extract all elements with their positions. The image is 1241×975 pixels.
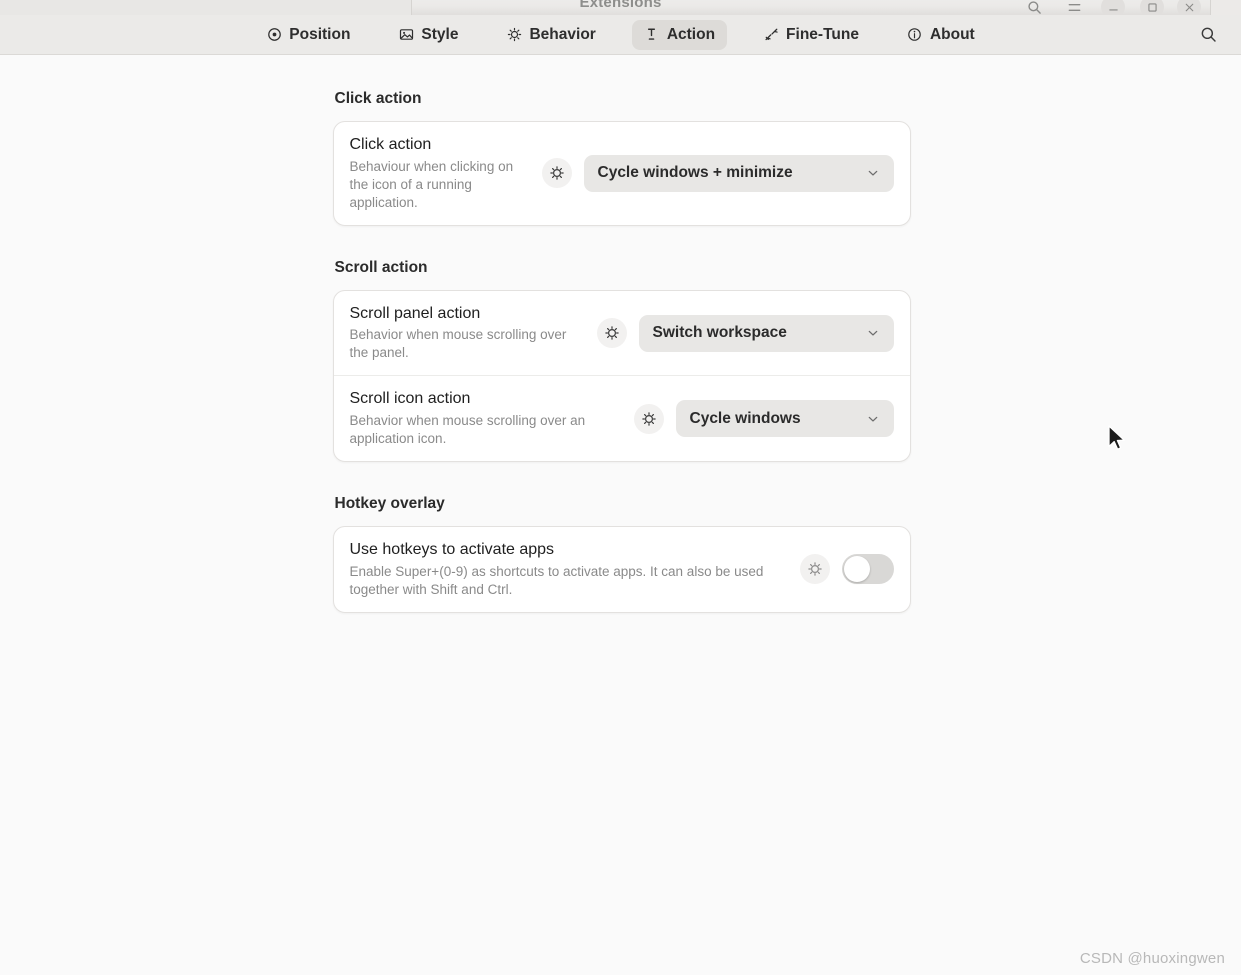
tab-position[interactable]: Position [254, 20, 362, 50]
row-click-action-subtitle: Behaviour when clicking on the icon of a… [349, 158, 514, 210]
view-switcher: Position Style Behavior Action Fine-Tune… [0, 15, 1241, 55]
row-scroll-panel-action: Scroll panel action Behavior when mouse … [334, 291, 910, 376]
card-scroll-action: Scroll panel action Behavior when mouse … [332, 289, 911, 463]
tab-position-label: Position [289, 25, 351, 43]
preferences-page: Click action Click action Behaviour when… [331, 55, 911, 613]
use-hotkeys-toggle[interactable] [841, 554, 894, 585]
card-hotkey-overlay: Use hotkeys to activate apps Enable Supe… [332, 526, 911, 613]
pin-icon [644, 27, 660, 43]
row-scroll-icon-action-text: Scroll icon action Behavior when mouse s… [350, 389, 612, 448]
row-click-action-text: Click action Behaviour when clicking on … [350, 135, 522, 212]
tab-behavior[interactable]: Behavior [494, 20, 607, 50]
preferences-content: Click action Click action Behaviour when… [0, 55, 1241, 975]
tab-behavior-label: Behavior [529, 25, 596, 43]
reset-gear-icon[interactable] [799, 554, 830, 585]
scroll-panel-action-dropdown[interactable]: Switch workspace [638, 314, 894, 352]
click-action-dropdown-value: Cycle windows + minimize [597, 164, 793, 182]
toggle-knob [843, 556, 870, 583]
window-title: Extensions [579, 0, 662, 11]
row-click-action: Click action Behaviour when clicking on … [334, 122, 910, 225]
group-title-click-action: Click action [334, 90, 422, 107]
tab-fine-tune[interactable]: Fine-Tune [751, 20, 871, 50]
row-scroll-icon-action-subtitle: Behavior when mouse scrolling over an ap… [349, 413, 586, 447]
group-scroll-action: Scroll action Scroll panel action Behavi… [332, 258, 911, 463]
click-action-dropdown[interactable]: Cycle windows + minimize [583, 154, 894, 192]
row-scroll-icon-action-title: Scroll icon action [349, 390, 471, 408]
scroll-icon-action-dropdown[interactable]: Cycle windows [675, 400, 894, 438]
row-scroll-icon-action: Scroll icon action Behavior when mouse s… [333, 375, 910, 461]
row-scroll-panel-action-subtitle: Behavior when mouse scrolling over the p… [349, 327, 567, 361]
row-use-hotkeys-subtitle: Enable Super+(0-9) as shortcuts to activ… [349, 563, 764, 597]
group-click-action: Click action Click action Behaviour when… [332, 90, 911, 226]
reset-gear-icon[interactable] [633, 403, 664, 434]
scroll-panel-action-dropdown-value: Switch workspace [652, 324, 787, 341]
group-title-scroll-action: Scroll action [334, 258, 428, 276]
row-click-action-title: Click action [349, 136, 432, 153]
tab-action[interactable]: Action [631, 19, 728, 50]
group-title-hotkey-overlay: Hotkey overlay [334, 495, 445, 513]
gear-icon [506, 27, 522, 43]
tab-style[interactable]: Style [386, 20, 470, 50]
reset-gear-icon[interactable] [541, 158, 572, 189]
tab-style-label: Style [421, 25, 459, 43]
watermark-text: CSDN @huoxingwen [1079, 950, 1225, 967]
target-icon [266, 27, 282, 43]
chevron-down-icon [866, 326, 880, 340]
chevron-down-icon [866, 412, 880, 426]
row-use-hotkeys: Use hotkeys to activate apps Enable Supe… [334, 527, 910, 612]
group-hotkey-overlay: Hotkey overlay Use hotkeys to activate a… [332, 495, 911, 613]
tab-fine-tune-label: Fine-Tune [786, 25, 859, 43]
tab-about[interactable]: About [895, 20, 987, 50]
wrench-icon [763, 27, 779, 43]
reset-gear-icon[interactable] [596, 318, 627, 348]
row-scroll-panel-action-title: Scroll panel action [349, 304, 481, 322]
row-use-hotkeys-title: Use hotkeys to activate apps [349, 541, 555, 559]
image-icon [398, 27, 414, 43]
row-scroll-panel-action-text: Scroll panel action Behavior when mouse … [350, 304, 576, 363]
search-icon[interactable] [1197, 24, 1219, 46]
card-click-action: Click action Behaviour when clicking on … [332, 121, 911, 226]
tab-about-label: About [929, 25, 975, 43]
tab-action-label: Action [666, 25, 716, 43]
chevron-down-icon [866, 166, 880, 180]
info-icon [907, 27, 923, 43]
scroll-icon-action-dropdown-value: Cycle windows [689, 409, 801, 427]
row-use-hotkeys-text: Use hotkeys to activate apps Enable Supe… [350, 540, 790, 599]
